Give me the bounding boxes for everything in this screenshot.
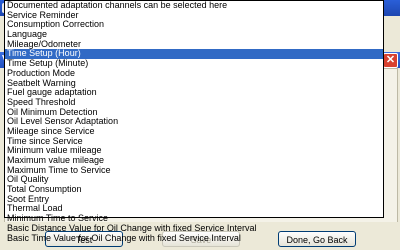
- dropdown-option[interactable]: Maximum Time to Service: [5, 166, 383, 176]
- dropdown-option[interactable]: Minimum value mileage: [5, 146, 383, 156]
- dropdown-option[interactable]: Basic Distance Value for Oil Change with…: [5, 224, 383, 234]
- adaptation-channel-dropdown-list[interactable]: Documented adaptation channels can be se…: [4, 0, 384, 242]
- close-icon: ✕: [385, 54, 396, 66]
- dropdown-header-item[interactable]: Documented adaptation channels can be se…: [5, 1, 383, 11]
- dropdown-option[interactable]: Speed Threshold: [5, 98, 383, 108]
- dropdown-option[interactable]: Soot Entry: [5, 195, 383, 205]
- dropdown-option[interactable]: Time since Service: [5, 137, 383, 147]
- dropdown-option[interactable]: Seatbelt Warning: [5, 79, 383, 89]
- dropdown-option[interactable]: Mileage since Service: [5, 127, 383, 137]
- dropdown-option[interactable]: Minimum Time to Service: [5, 214, 383, 224]
- dropdown-option[interactable]: Time Setup (Hour): [5, 49, 383, 60]
- dropdown-option[interactable]: Fuel gauge adaptation: [5, 88, 383, 98]
- dropdown-option[interactable]: Mileage/Odometer: [5, 40, 383, 50]
- dropdown-option[interactable]: Service Reminder: [5, 11, 383, 21]
- dropdown-option[interactable]: Total Consumption: [5, 185, 383, 195]
- dropdown-option[interactable]: Language: [5, 30, 383, 40]
- dropdown-option[interactable]: Maximum value mileage: [5, 156, 383, 166]
- dropdown-option[interactable]: Consumption Correction: [5, 20, 383, 30]
- dropdown-option[interactable]: Production Mode: [5, 69, 383, 79]
- dropdown-option[interactable]: Basic Time Value for Oil Change with fix…: [5, 234, 383, 244]
- dropdown-option[interactable]: Oil Level Sensor Adaptation: [5, 117, 383, 127]
- close-button[interactable]: ✕: [383, 53, 398, 68]
- dropdown-option[interactable]: Oil Quality: [5, 175, 383, 185]
- dropdown-option[interactable]: Time Setup (Minute): [5, 59, 383, 69]
- dropdown-option[interactable]: Thermal Load: [5, 204, 383, 214]
- dropdown-option[interactable]: Oil Minimum Detection: [5, 108, 383, 118]
